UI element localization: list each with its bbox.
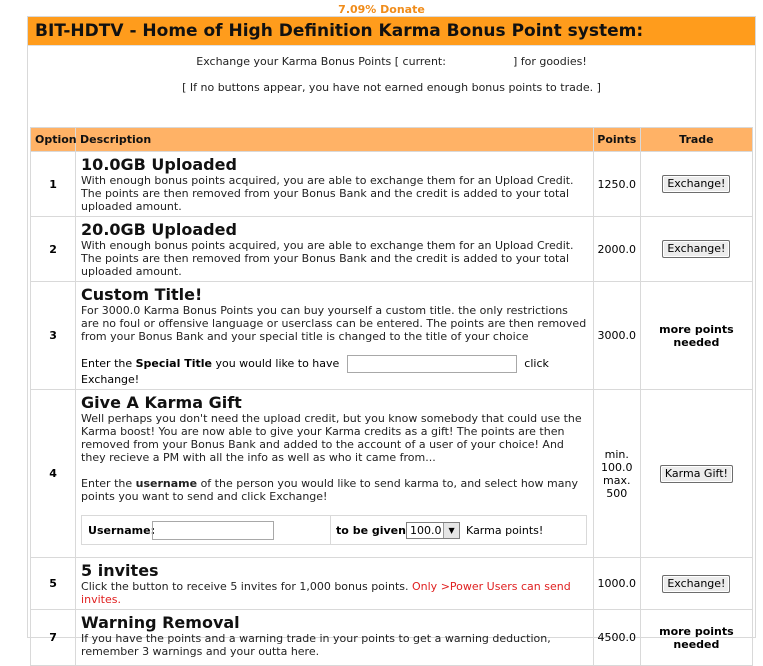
gift-instructions: Enter the username of the person you wou… xyxy=(81,477,589,503)
option-title: 20.0GB Uploaded xyxy=(81,220,237,239)
option-title: Give A Karma Gift xyxy=(81,393,242,412)
to-be-given-label: to be given: xyxy=(336,524,411,537)
option-text: Click the button to receive 5 invites fo… xyxy=(81,580,589,606)
bonus-table: Option Description Points Trade 1 10.0GB… xyxy=(29,127,754,666)
current-points-line: Exchange your Karma Bonus Points [ curre… xyxy=(28,55,755,68)
exchange-button[interactable]: Exchange! xyxy=(662,175,731,193)
option-trade: Exchange! xyxy=(639,151,754,217)
custom-title-mid: you would like to have xyxy=(215,357,340,370)
option-text: With enough bonus points acquired, you a… xyxy=(81,174,574,213)
option-title: 10.0GB Uploaded xyxy=(81,155,237,174)
chevron-down-icon[interactable]: ▼ xyxy=(443,523,460,538)
option-description: 10.0GB Uploaded With enough bonus points… xyxy=(75,151,594,217)
bonus-panel: BIT-HDTV - Home of High Definition Karma… xyxy=(27,16,756,666)
no-buttons-note: [ If no buttons appear, you have not ear… xyxy=(182,81,601,94)
table-row: 4 Give A Karma Gift Well perhaps you don… xyxy=(29,389,754,558)
table-header-row: Option Description Points Trade xyxy=(29,127,754,152)
page-title: BIT-HDTV - Home of High Definition Karma… xyxy=(28,17,755,46)
current-points-prefix: Exchange your Karma Bonus Points [ curre… xyxy=(196,55,446,68)
gift-form-divider xyxy=(330,516,332,544)
table-row: 5 5 invites Click the button to receive … xyxy=(29,557,754,610)
option-description: Custom Title! For 3000.0 Karma Bonus Poi… xyxy=(75,281,594,390)
option-trade: more points needed xyxy=(639,609,754,666)
more-points-needed: more points needed xyxy=(659,624,734,651)
header-description: Description xyxy=(75,127,594,152)
table-row: 2 20.0GB Uploaded With enough bonus poin… xyxy=(29,216,754,282)
more-points-needed: more points needed xyxy=(659,322,734,349)
current-points-suffix: ] for goodies! xyxy=(512,55,587,68)
exchange-button[interactable]: Exchange! xyxy=(662,574,731,593)
option-description: Give A Karma Gift Well perhaps you don't… xyxy=(75,389,594,558)
table-row: 7 Warning Removal If you have the points… xyxy=(29,609,754,666)
header-trade: Trade xyxy=(639,127,754,152)
karma-points-label: Karma points! xyxy=(466,524,544,537)
option-points: 1250.0 xyxy=(592,151,641,217)
option-trade: Exchange! xyxy=(639,216,754,282)
option-trade: more points needed xyxy=(639,281,754,390)
karma-gift-button[interactable]: Karma Gift! xyxy=(659,464,733,483)
option-number: 1 xyxy=(29,151,77,217)
option-title: Warning Removal xyxy=(81,613,240,632)
custom-title-form: Enter the Special Title you would like t… xyxy=(81,355,589,386)
option-text: If you have the points and a warning tra… xyxy=(81,632,551,658)
exchange-button[interactable]: Exchange! xyxy=(662,240,731,258)
option-points: 3000.0 xyxy=(592,281,641,390)
option-text: With enough bonus points acquired, you a… xyxy=(81,239,574,278)
points-min-value: 100.0 xyxy=(601,460,633,474)
points-select[interactable]: 100.0 ▼ xyxy=(406,522,461,539)
header-points: Points xyxy=(592,127,641,152)
info-box: Exchange your Karma Bonus Points [ curre… xyxy=(28,47,755,123)
invites-text: Click the button to receive 5 invites fo… xyxy=(81,580,409,593)
table-row: 3 Custom Title! For 3000.0 Karma Bonus P… xyxy=(29,281,754,390)
option-number: 3 xyxy=(29,281,77,390)
points-min-label: min. xyxy=(604,447,629,461)
option-number: 4 xyxy=(29,389,77,558)
points-select-value: 100.0 xyxy=(410,524,442,537)
option-title: Custom Title! xyxy=(81,285,203,304)
donate-link[interactable]: 7.09% Donate xyxy=(0,3,763,16)
option-trade: Exchange! xyxy=(639,557,754,610)
option-points: 4500.0 xyxy=(592,609,641,666)
custom-title-bold: Special Title xyxy=(135,357,212,370)
gift-form: Username: to be given: 100.0 ▼ Karma poi… xyxy=(81,515,588,545)
username-input[interactable] xyxy=(152,521,275,540)
option-description: Warning Removal If you have the points a… xyxy=(75,609,594,666)
option-number: 7 xyxy=(29,609,77,666)
special-title-input[interactable] xyxy=(346,355,517,373)
option-number: 5 xyxy=(29,557,77,610)
option-points: 1000.0 xyxy=(592,557,641,610)
gift-instructions-prefix: Enter the xyxy=(81,477,133,490)
table-row: 1 10.0GB Uploaded With enough bonus poin… xyxy=(29,151,754,217)
option-points: min. 100.0 max. 500 xyxy=(592,389,641,558)
option-text: For 3000.0 Karma Bonus Points you can bu… xyxy=(81,304,587,343)
option-description: 5 invites Click the button to receive 5 … xyxy=(75,557,594,610)
username-label: Username: xyxy=(88,524,155,537)
option-description: 20.0GB Uploaded With enough bonus points… xyxy=(75,216,594,282)
gift-instructions-bold: username xyxy=(135,477,198,490)
custom-title-prefix: Enter the xyxy=(81,357,133,370)
option-text: Well perhaps you don't need the upload c… xyxy=(81,412,582,464)
header-option: Option xyxy=(29,127,77,152)
option-points: 2000.0 xyxy=(592,216,641,282)
option-title: 5 invites xyxy=(81,561,159,580)
option-trade: Karma Gift! xyxy=(639,389,754,558)
points-max-label: max. xyxy=(603,473,631,487)
option-number: 2 xyxy=(29,216,77,282)
points-max-value: 500 xyxy=(606,486,628,500)
